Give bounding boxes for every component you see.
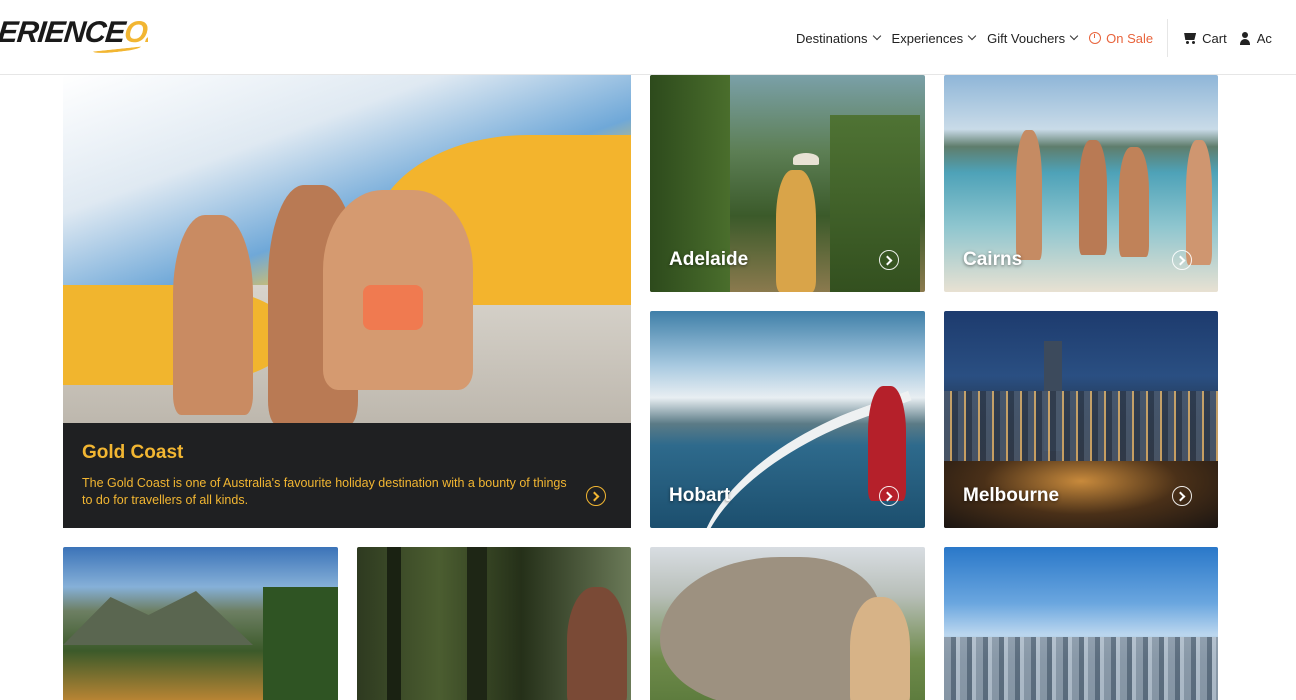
logo-accent: OZ [122, 16, 148, 49]
site-header: ERIENCEOZ Destinations Experiences Gift … [0, 0, 1296, 75]
arrow-right-icon[interactable] [1172, 486, 1192, 506]
nav-on-sale[interactable]: On Sale [1089, 31, 1153, 46]
main-nav: Destinations Experiences Gift Vouchers O… [796, 19, 1284, 57]
logo-main: ERIENCE [0, 16, 127, 49]
nav-gift-vouchers-label: Gift Vouchers [987, 30, 1066, 46]
person-1 [1016, 130, 1042, 260]
nav-on-sale-label: On Sale [1106, 30, 1154, 46]
vineyard-rows [830, 115, 920, 292]
person-3 [1119, 147, 1149, 257]
arrow-right-icon[interactable] [586, 486, 606, 506]
clock-icon [1089, 32, 1102, 44]
nav-account-label: Ac [1256, 30, 1272, 46]
tile-label: Cairns [963, 249, 1023, 270]
chevron-down-icon [967, 31, 977, 41]
destination-tile-zoo[interactable] [650, 547, 925, 700]
arrow-right-icon[interactable] [879, 250, 899, 270]
tile-label: Hobart [669, 485, 731, 506]
nav-experiences[interactable]: Experiences [891, 30, 977, 46]
person-4 [1186, 140, 1212, 265]
nav-cart-label: Cart [1202, 30, 1227, 46]
destination-tile-melbourne[interactable]: Melbourne [944, 311, 1218, 528]
nav-destinations-label: Destinations [796, 30, 868, 46]
arrow-right-icon[interactable] [1172, 250, 1192, 270]
cart-icon [1182, 32, 1197, 44]
gold-coast-image [63, 75, 631, 425]
nav-account[interactable]: Ac [1239, 31, 1272, 46]
nav-cart[interactable]: Cart [1182, 31, 1227, 46]
site-logo[interactable]: ERIENCEOZ [0, 16, 148, 56]
pine-trees [263, 587, 338, 700]
tree-trunk [387, 547, 401, 700]
feature-title: Gold Coast [82, 442, 184, 463]
person-2 [1079, 140, 1107, 255]
person-red-jacket [868, 386, 906, 501]
city-skyline [944, 391, 1218, 461]
nav-gift-vouchers[interactable]: Gift Vouchers [987, 30, 1079, 46]
person-yellow-dress [776, 170, 816, 292]
destination-tile-forest[interactable] [357, 547, 631, 700]
city-aerial [944, 637, 1218, 700]
tree-trunk [467, 547, 487, 700]
destination-feature-gold-coast[interactable]: Gold Coast The Gold Coast is one of Aust… [63, 75, 631, 528]
tile-label: Melbourne [963, 485, 1060, 506]
nav-experiences-label: Experiences [891, 30, 964, 46]
chevron-down-icon [872, 31, 881, 41]
destination-tile-sydney[interactable] [944, 547, 1218, 700]
nav-divider [1167, 19, 1169, 57]
arrow-right-icon[interactable] [879, 486, 899, 506]
feature-caption: Gold Coast The Gold Coast is one of Aust… [63, 423, 631, 528]
chevron-down-icon [1069, 31, 1079, 41]
destination-tile-hobart[interactable]: Hobart [650, 311, 925, 528]
person-maori [567, 587, 627, 700]
sun-hat [793, 153, 819, 165]
user-icon [1239, 31, 1251, 45]
nav-destinations[interactable]: Destinations [796, 30, 881, 46]
rhino [660, 557, 880, 700]
tile-label: Adelaide [669, 249, 749, 270]
destination-tile-adelaide[interactable]: Adelaide [650, 75, 925, 292]
destination-tile-cairns[interactable]: Cairns [944, 75, 1218, 292]
orange-shorts [363, 285, 423, 330]
feature-description: The Gold Coast is one of Australia's fav… [82, 476, 567, 507]
person-girl [173, 215, 253, 415]
mountain-ridge [63, 591, 253, 645]
destination-tile-mountain[interactable] [63, 547, 338, 700]
person-zookeeper [850, 597, 910, 700]
